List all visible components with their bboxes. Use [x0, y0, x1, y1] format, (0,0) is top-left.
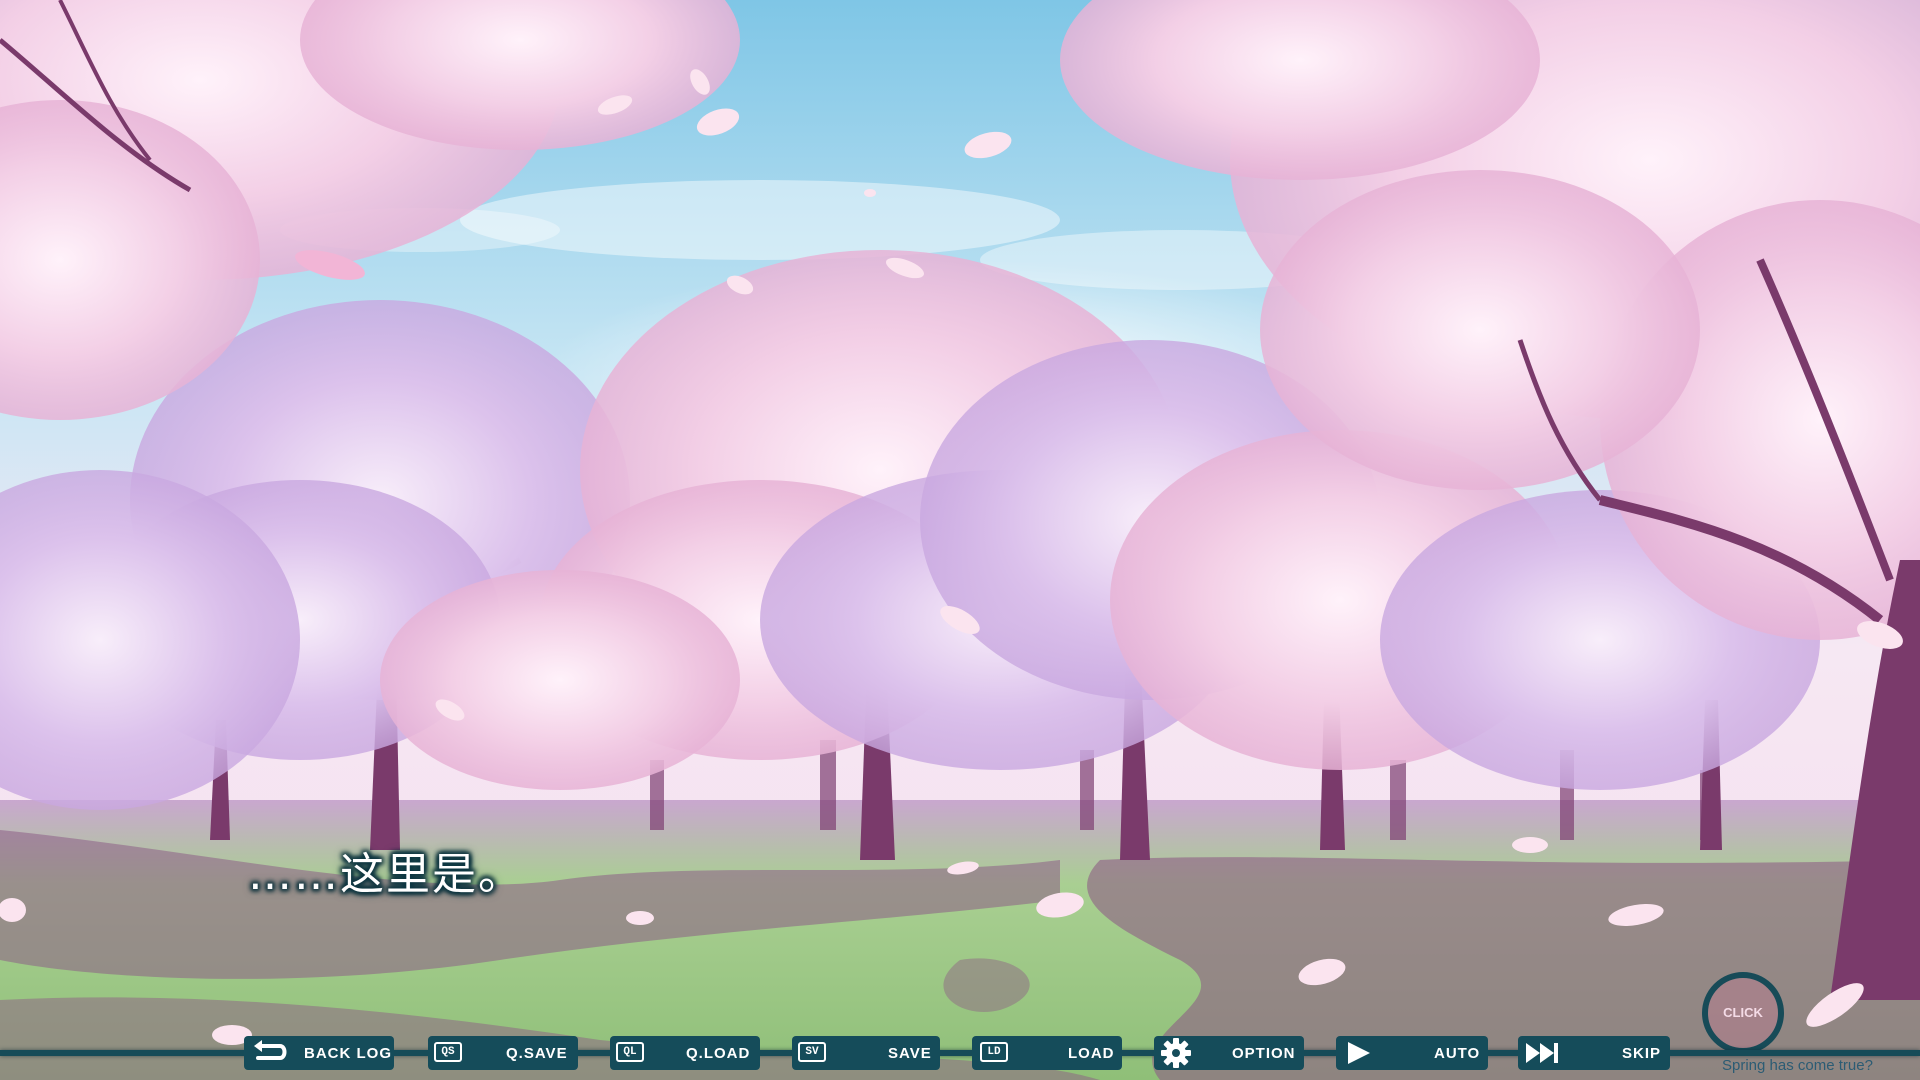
auto-button[interactable]: AUTO: [1336, 1036, 1488, 1070]
cherry-blossom-background: [0, 0, 1920, 1080]
quick-load-key-icon: QL: [616, 1042, 644, 1062]
game-scene[interactable]: ……这里是。 CLICK Spring has come true? BACK …: [0, 0, 1920, 1080]
load-label: LOAD: [1068, 1045, 1115, 1062]
back-log-label: BACK LOG: [304, 1045, 392, 1062]
gear-icon: [1161, 1038, 1191, 1068]
save-label: SAVE: [888, 1045, 932, 1062]
option-label: OPTION: [1232, 1045, 1296, 1062]
quick-save-button[interactable]: QS Q.SAVE: [428, 1036, 578, 1070]
quick-save-key-icon: QS: [434, 1042, 462, 1062]
auto-label: AUTO: [1434, 1045, 1481, 1062]
option-button[interactable]: OPTION: [1154, 1036, 1304, 1070]
back-arrow-icon: [254, 1040, 287, 1060]
skip-button[interactable]: SKIP: [1518, 1036, 1670, 1070]
control-bar: BACK LOG QS Q.SAVE QL Q.LOAD SV SAVE LD …: [0, 1030, 1920, 1080]
load-button[interactable]: LD LOAD: [972, 1036, 1122, 1070]
quick-load-label: Q.LOAD: [686, 1045, 751, 1062]
quick-load-button[interactable]: QL Q.LOAD: [610, 1036, 760, 1070]
dialogue-text: ……这里是。: [248, 849, 524, 900]
save-button[interactable]: SV SAVE: [792, 1036, 940, 1070]
save-key-icon: SV: [798, 1042, 826, 1062]
play-icon: [1348, 1042, 1370, 1064]
load-key-icon: LD: [980, 1042, 1008, 1062]
back-log-button[interactable]: BACK LOG: [244, 1036, 394, 1070]
quick-save-label: Q.SAVE: [506, 1045, 568, 1062]
skip-label: SKIP: [1622, 1045, 1662, 1062]
fast-forward-icon: [1526, 1043, 1558, 1063]
